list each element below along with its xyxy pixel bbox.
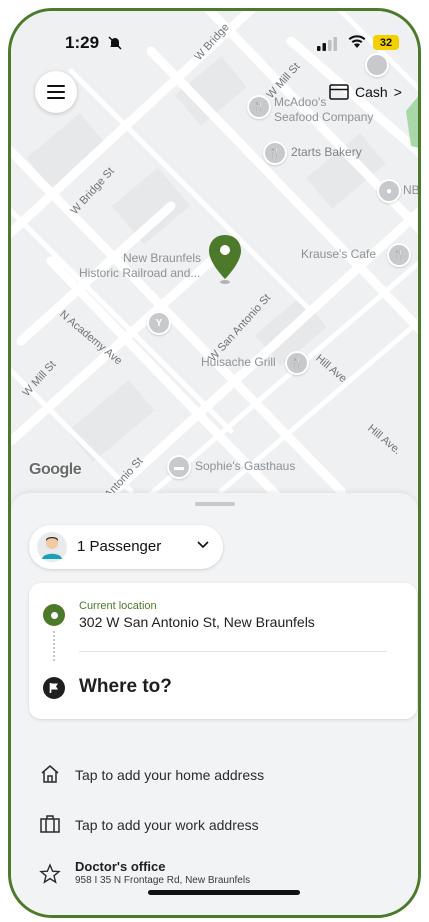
home-address-shortcut[interactable]: Tap to add your home address	[11, 753, 418, 797]
bar-icon[interactable]: Y	[147, 311, 171, 335]
poi-label[interactable]: McAdoo's	[274, 95, 326, 109]
work-address-shortcut[interactable]: Tap to add your work address	[11, 803, 418, 847]
passenger-label: 1 Passenger	[77, 538, 162, 555]
poi-label[interactable]: 2tarts Bakery	[291, 145, 362, 159]
destination-input[interactable]: Where to?	[79, 676, 172, 698]
poi-label[interactable]: Seafood Company	[274, 110, 373, 124]
place-icon[interactable]: ●	[377, 179, 401, 203]
bottom-sheet: 1 Passenger Current location 302 W San A…	[11, 493, 418, 915]
saved-place-title: Doctor's office	[75, 859, 166, 874]
current-address[interactable]: 302 W San Antonio St, New Braunfels	[79, 614, 315, 630]
restaurant-icon[interactable]: 🍴	[247, 95, 271, 119]
poi-label[interactable]: Huisache Grill	[201, 355, 276, 369]
signal-icon	[317, 37, 337, 51]
passenger-count-selector[interactable]: 1 Passenger	[29, 525, 223, 569]
sheet-drag-handle[interactable]	[195, 502, 235, 506]
wifi-icon	[348, 35, 366, 48]
menu-button[interactable]	[35, 71, 77, 113]
home-shortcut-label: Tap to add your home address	[75, 767, 265, 783]
phone-frame: W Bridge W Mill St W Bridge St N Academy…	[8, 8, 421, 918]
location-pin-icon	[209, 235, 241, 284]
current-location-icon	[43, 604, 65, 626]
saved-place-address: 958 I 35 N Frontage Rd, New Braunfels	[75, 875, 251, 886]
place-icon	[365, 53, 389, 77]
battery-level: 32	[379, 36, 393, 49]
destination-flag-icon	[43, 677, 65, 699]
briefcase-icon	[40, 815, 60, 833]
poi-label[interactable]: New Braunfels	[123, 251, 201, 265]
home-icon	[41, 765, 59, 783]
google-attribution: Google	[29, 461, 82, 478]
passenger-avatar-icon	[37, 532, 67, 562]
poi-label[interactable]: Historic Railroad and...	[79, 266, 200, 280]
bakery-icon[interactable]: 🍴	[263, 141, 287, 165]
chevron-right-icon: >	[393, 84, 402, 100]
poi-label[interactable]: Krause's Cafe	[301, 247, 376, 261]
battery-indicator: 32	[373, 35, 399, 50]
work-shortcut-label: Tap to add your work address	[75, 817, 259, 833]
route-card: Current location 302 W San Antonio St, N…	[29, 583, 417, 719]
status-time: 1:29	[65, 33, 100, 52]
chevron-down-icon	[197, 541, 209, 549]
current-location-label: Current location	[79, 600, 157, 612]
payment-label: Cash	[355, 84, 388, 100]
bell-muted-icon	[108, 36, 122, 50]
poi-label[interactable]: Sophie's Gasthaus	[195, 459, 295, 473]
restaurant-icon[interactable]: 🍴	[285, 351, 309, 375]
star-icon	[39, 863, 61, 884]
route-connector	[53, 631, 57, 661]
restaurant-icon[interactable]: ▬	[167, 455, 191, 479]
divider	[79, 651, 387, 652]
home-indicator[interactable]	[148, 890, 300, 895]
poi-label[interactable]: NBT	[403, 183, 418, 197]
restaurant-icon[interactable]: 🍴	[387, 243, 411, 267]
map-view[interactable]: W Bridge W Mill St W Bridge St N Academy…	[11, 11, 418, 511]
card-icon	[329, 84, 349, 100]
hamburger-menu-icon	[47, 85, 65, 99]
payment-method-button[interactable]: Cash >	[329, 79, 402, 105]
